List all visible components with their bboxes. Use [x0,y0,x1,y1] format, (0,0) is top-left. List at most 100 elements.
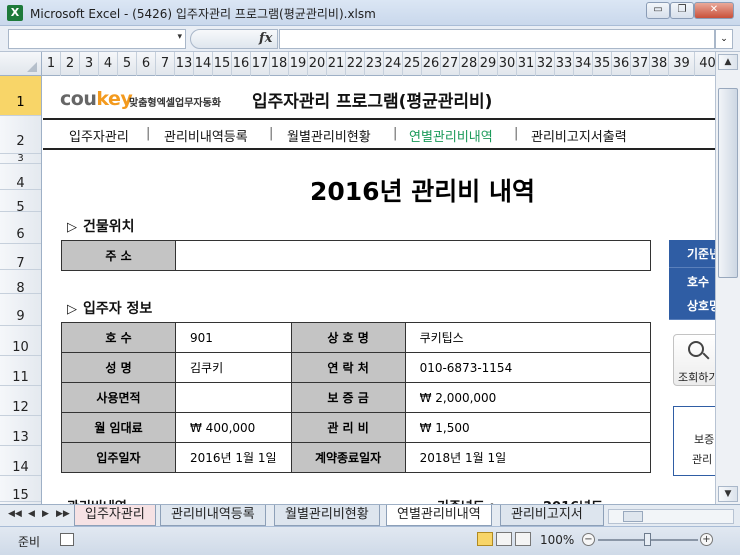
row-header-cell[interactable]: 10 [0,326,41,356]
macro-record-icon[interactable] [60,533,74,546]
row-header-cell[interactable]: 1 [0,76,41,116]
column-header-cell[interactable]: 21 [327,52,346,76]
column-header-cell[interactable]: 19 [289,52,308,76]
column-header-cell[interactable]: 32 [536,52,555,76]
column-header-cell[interactable]: 35 [593,52,612,76]
search-button[interactable]: 조회하기 [673,334,715,386]
restore-button[interactable]: ❐ [670,2,694,19]
column-header-cell[interactable]: 38 [650,52,669,76]
deposit-value[interactable]: ₩ 2,000,000 [404,382,652,413]
column-header-cell[interactable]: 22 [346,52,365,76]
horizontal-scroll-thumb[interactable] [623,511,643,522]
nav-yearly-details[interactable]: 연별관리비내역 [409,126,493,145]
tab-bill-print[interactable]: 관리비고지서 [500,505,604,526]
column-header-cell[interactable]: 17 [251,52,270,76]
chevron-down-icon[interactable]: ▾ [177,32,182,42]
scroll-up-button[interactable]: ▲ [718,54,738,70]
page-break-preview-icon[interactable] [515,532,531,546]
formula-input[interactable] [279,29,715,49]
name-box[interactable]: ▾ [8,29,186,49]
next-sheet-button[interactable]: ▶ [42,509,49,519]
business-name-button[interactable]: 상호명 [669,292,715,320]
column-header-cell[interactable]: 29 [479,52,498,76]
tab-fee-registration[interactable]: 관리비내역등록 [160,505,266,526]
column-header-cell[interactable]: 36 [612,52,631,76]
column-header-cell[interactable]: 33 [555,52,574,76]
select-all-button[interactable] [0,52,42,76]
row-header-cell[interactable]: 15 [0,476,41,503]
worksheet[interactable]: coukey 맞춤형엑셀업무자동화 입주자관리 프로그램(평균관리비) 입주자관… [43,76,715,504]
nav-tenant-management[interactable]: 입주자관리 [69,126,129,145]
column-header-cell[interactable]: 31 [517,52,536,76]
name-value[interactable]: 김쿠키 [175,352,292,383]
row-header-cell[interactable]: 11 [0,356,41,386]
insert-function-button[interactable]: fx [259,31,272,46]
column-header-cell[interactable]: 23 [365,52,384,76]
address-value[interactable] [175,240,651,271]
row-header-cell[interactable]: 4 [0,164,41,191]
nav-monthly-status[interactable]: 월별관리비현황 [287,126,371,145]
row-header-cell[interactable]: 8 [0,270,41,296]
management-fee-value[interactable]: ₩ 1,500 [404,412,652,443]
scroll-down-button[interactable]: ▼ [718,486,738,502]
row-header-cell[interactable]: 7 [0,244,41,271]
tab-tenant-management[interactable]: 입주자관리 [74,505,156,526]
base-year-button[interactable]: 기준년 [669,240,715,268]
row-header-cell[interactable]: 5 [0,190,41,215]
column-header-cell[interactable]: 13 [175,52,194,76]
page-layout-icon[interactable] [496,532,512,546]
close-button[interactable]: ✕ [694,2,734,19]
column-header-cell[interactable]: 16 [232,52,251,76]
column-header-cell[interactable]: 39 [669,52,695,76]
column-header-cell[interactable]: 14 [194,52,213,76]
scroll-thumb[interactable] [718,88,738,278]
row-header-cell[interactable]: 9 [0,294,41,326]
column-header-cell[interactable]: 26 [422,52,441,76]
column-header-cell[interactable]: 2 [61,52,80,76]
zoom-out-button[interactable]: − [582,533,595,546]
contact-value[interactable]: 010-6873-1154 [404,352,652,383]
horizontal-scrollbar[interactable] [608,509,734,524]
column-header-cell[interactable]: 37 [631,52,650,76]
tab-monthly-status[interactable]: 월별관리비현황 [274,505,380,526]
column-header-cell[interactable]: 27 [441,52,460,76]
column-header-cell[interactable]: 3 [80,52,99,76]
row-header-cell[interactable]: 2 [0,116,41,154]
column-header-cell[interactable]: 24 [384,52,403,76]
tab-yearly-details[interactable]: 연별관리비내역 [386,505,492,526]
column-header-cell[interactable]: 18 [270,52,289,76]
column-header-cell[interactable]: 34 [574,52,593,76]
column-header-cell[interactable]: 25 [403,52,422,76]
first-sheet-button[interactable]: ◀◀ [8,509,22,519]
column-header-cell[interactable]: 28 [460,52,479,76]
column-header-cell[interactable]: 20 [308,52,327,76]
nav-bill-print[interactable]: 관리비고지서출력 [531,126,627,145]
zoom-in-button[interactable]: + [700,533,713,546]
vertical-scrollbar[interactable]: ▲ ▼ [715,52,740,504]
row-header-cell[interactable]: 13 [0,416,41,446]
room-number-value[interactable]: 901 [175,322,292,353]
column-header-cell[interactable]: 7 [156,52,175,76]
contract-end-value[interactable]: 2018년 1월 1일 [404,442,652,473]
move-in-date-value[interactable]: 2016년 1월 1일 [175,442,292,473]
column-header-cell[interactable]: 30 [498,52,517,76]
monthly-rent-value[interactable]: ₩ 400,000 [175,412,292,443]
nav-fee-registration[interactable]: 관리비내역등록 [164,126,248,145]
minimize-button[interactable]: ▭ [646,2,670,19]
zoom-slider-thumb[interactable] [644,533,651,546]
row-header-cell[interactable]: 6 [0,212,41,244]
excel-icon[interactable]: X [7,5,23,21]
expand-formula-button[interactable]: ⌄ [715,29,733,49]
row-header-cell[interactable]: 12 [0,386,41,416]
business-name-value[interactable]: 쿠키팁스 [404,322,652,353]
column-header-cell[interactable]: 5 [118,52,137,76]
column-header-cell[interactable]: 1 [42,52,61,76]
normal-view-icon[interactable] [477,532,493,546]
prev-sheet-button[interactable]: ◀ [28,509,35,519]
area-value[interactable] [175,382,292,413]
last-sheet-button[interactable]: ▶▶ [56,509,70,519]
column-header-cell[interactable]: 6 [137,52,156,76]
row-header-cell[interactable]: 14 [0,446,41,476]
column-header-cell[interactable]: 4 [99,52,118,76]
zoom-level[interactable]: 100% [540,533,574,547]
